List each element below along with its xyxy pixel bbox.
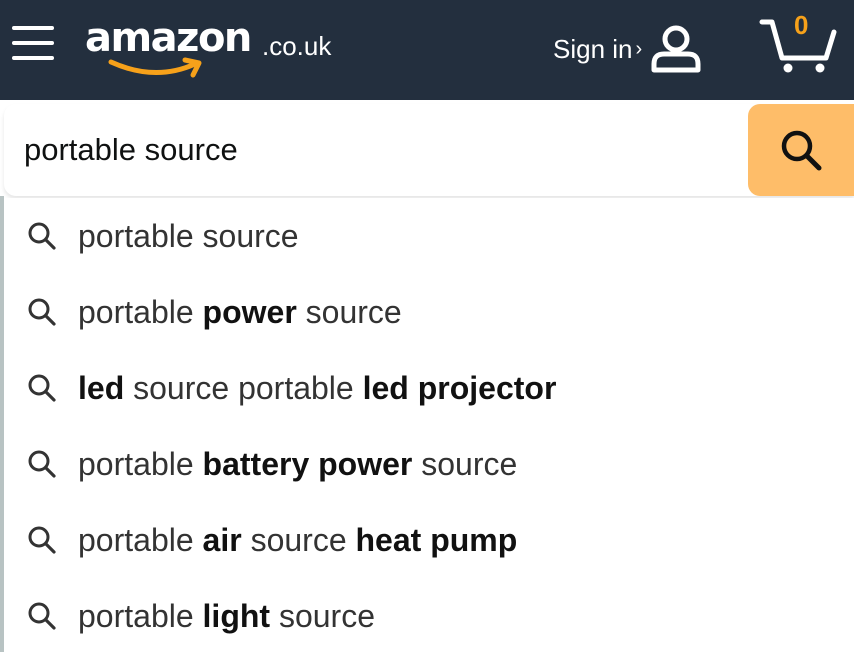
suggestion-text-bold: heat pump: [355, 521, 518, 558]
chevron-right-icon: ›: [635, 37, 643, 60]
search-icon: [22, 373, 62, 403]
search-input[interactable]: [4, 104, 744, 196]
search-icon: [22, 525, 62, 555]
suggestion-text: portable power source: [78, 294, 402, 331]
suggestion-text-part: portable: [78, 521, 203, 558]
suggestion-item[interactable]: led source portable led projector: [4, 350, 854, 426]
search-icon: [22, 297, 62, 327]
suggestion-text-bold: air: [202, 521, 242, 558]
suggestion-text: portable air source heat pump: [78, 522, 517, 559]
user-icon: [651, 25, 701, 73]
suggestion-text-part: portable: [78, 293, 203, 330]
search-icon: [781, 130, 822, 171]
search-suggestions: portable source portable power source le…: [4, 198, 854, 652]
suggestion-text-bold: led: [78, 369, 125, 406]
logo-smile-icon: [108, 57, 202, 78]
suggestion-item[interactable]: portable battery power source: [4, 426, 854, 502]
suggestion-text-part: portable source: [78, 217, 299, 254]
amazon-mobile-page: amazon .co.uk Sign in › 0 portable sourc…: [0, 0, 854, 652]
suggestion-text-part: source: [241, 521, 356, 558]
suggestion-text-part: source: [296, 293, 402, 330]
suggestion-text: portable battery power source: [78, 446, 517, 483]
suggestion-text-bold: battery power: [202, 445, 413, 482]
suggestion-text-part: portable: [78, 445, 203, 482]
cart-count-badge: 0: [794, 10, 809, 40]
suggestion-text-part: source portable: [124, 369, 363, 406]
search-icon: [22, 601, 62, 631]
suggestion-item[interactable]: portable air source heat pump: [4, 502, 854, 578]
suggestion-text-part: source: [412, 445, 518, 482]
search-icon: [22, 221, 62, 251]
sign-in-label: Sign in: [553, 34, 633, 64]
suggestion-text: portable source: [78, 218, 299, 255]
suggestion-item[interactable]: portable light source: [4, 578, 854, 652]
suggestion-text-part: source: [270, 597, 375, 634]
search-icon: [22, 449, 62, 479]
sign-in-link[interactable]: Sign in ›: [553, 24, 704, 74]
suggestion-text: led source portable led projector: [78, 370, 556, 407]
suggestion-item[interactable]: portable power source: [4, 274, 854, 350]
search-button[interactable]: [748, 104, 854, 196]
amazon-logo[interactable]: amazon .co.uk: [85, 8, 345, 78]
logo-domain: .co.uk: [262, 31, 332, 61]
suggestion-item[interactable]: portable source: [4, 198, 854, 274]
suggestion-text-bold: light: [202, 597, 271, 634]
hamburger-icon: [12, 26, 54, 60]
suggestion-text: portable light source: [78, 598, 375, 635]
header-bar: amazon .co.uk Sign in › 0: [0, 0, 854, 100]
menu-button[interactable]: [10, 18, 60, 68]
cart-button[interactable]: 0: [758, 8, 838, 78]
suggestion-text-part: portable: [78, 597, 203, 634]
suggestion-text-bold: led projector: [362, 369, 557, 406]
search-bar: [4, 104, 854, 196]
suggestion-text-bold: power: [202, 293, 297, 330]
